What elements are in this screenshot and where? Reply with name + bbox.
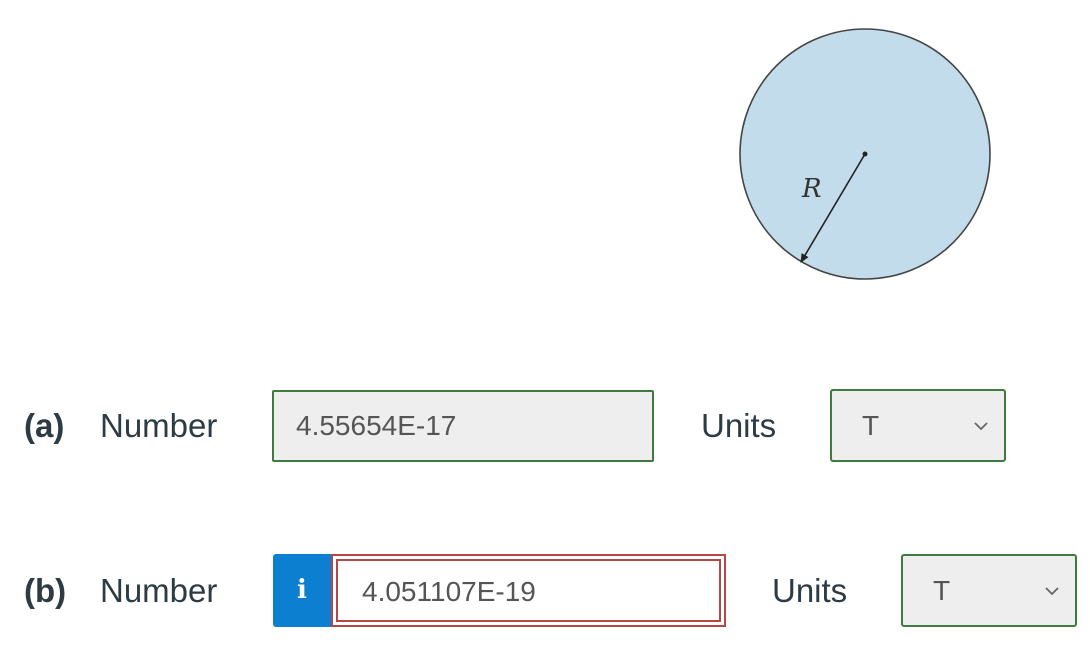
circle-figure: R [730, 20, 1000, 290]
info-icon[interactable]: i [273, 554, 331, 627]
circle-diagram: R [739, 28, 991, 280]
part-a-number-label: Number [100, 407, 218, 444]
part-a-units-value: T [862, 410, 880, 441]
radius-label: R [801, 174, 822, 204]
question-page: R (a) Number 4.55654E-17 Units T (b) Num… [0, 0, 1090, 652]
chevron-down-icon [1045, 587, 1059, 596]
part-b-units-label: Units [772, 572, 848, 609]
part-b-answer-input[interactable]: 4.051107E-19 [336, 559, 721, 622]
part-b-label: (b) [24, 572, 67, 609]
chevron-down-icon [974, 422, 988, 431]
part-b-units-select[interactable]: T [901, 554, 1077, 627]
part-b-units-value: T [933, 575, 951, 606]
part-b-answer-field[interactable]: 4.051107E-19 [331, 554, 726, 627]
part-a-label: (a) [24, 407, 65, 444]
part-b-number-label: Number [100, 572, 218, 609]
part-a-units-select[interactable]: T [830, 389, 1006, 462]
part-a-answer-input[interactable]: 4.55654E-17 [272, 390, 654, 462]
part-a-units-label: Units [701, 407, 777, 444]
